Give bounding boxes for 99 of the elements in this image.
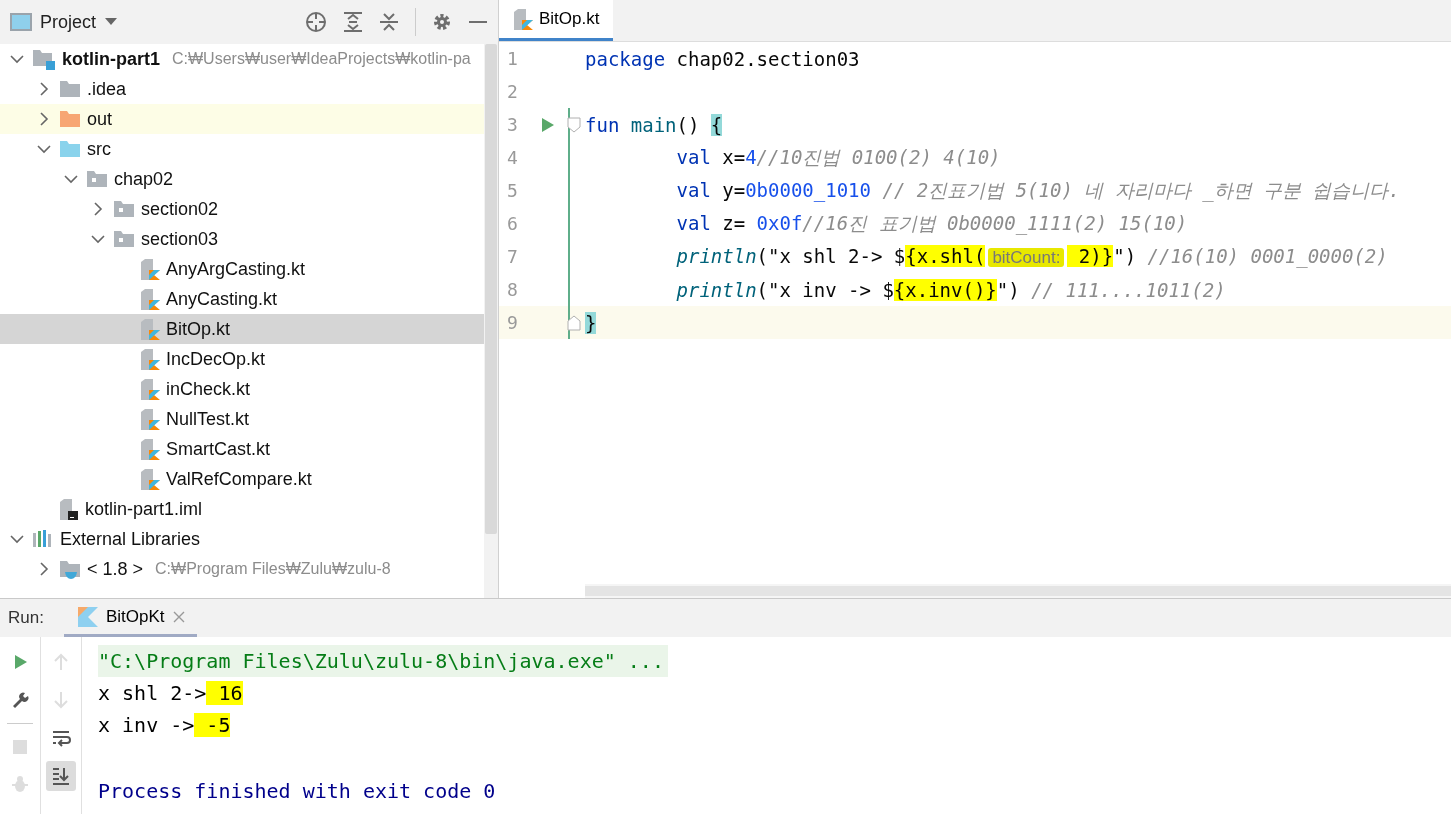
close-icon[interactable] <box>172 610 185 623</box>
tree-item[interactable]: out <box>0 104 484 134</box>
file-icon <box>59 498 79 520</box>
arrow-down-icon <box>51 690 71 710</box>
folder-icon <box>59 109 81 129</box>
kotlin-file-icon <box>140 258 160 280</box>
item-label: inCheck.kt <box>166 378 251 400</box>
code-line: fun main() { <box>585 113 723 136</box>
item-label: src <box>87 138 111 160</box>
kotlin-file-icon <box>140 288 160 310</box>
tree-item[interactable]: inCheck.kt <box>0 374 484 404</box>
line-number: 2 <box>506 81 519 102</box>
item-path: C:₩Program Files₩Zulu₩zulu-8 <box>155 560 391 578</box>
folder-icon <box>59 79 81 99</box>
item-label: AnyCasting.kt <box>166 288 278 310</box>
console-line: x shl 2-> 16 <box>98 680 243 707</box>
scroll-to-end-button[interactable] <box>46 761 76 791</box>
code-line: println("x shl 2-> ${x.shl( bitCount: 2)}") //16(10) 0001_0000(2) <box>675 245 1388 268</box>
item-label: chap02 <box>114 168 174 190</box>
code-line: println("x inv -> ${x.inv()}") // 111....1011(2) <box>675 278 1226 301</box>
item-label: SmartCast.kt <box>166 438 271 460</box>
tree-item[interactable]: SmartCast.kt <box>0 434 484 464</box>
line-number: 9 <box>506 312 519 333</box>
folder-icon <box>59 139 81 159</box>
item-label: IncDecOp.kt <box>166 348 266 370</box>
line-number: 7 <box>506 246 519 267</box>
tree-item[interactable]: ValRefCompare.kt <box>0 464 484 494</box>
run-label: Run: <box>8 608 44 628</box>
console-line: Process finished with exit code 0 <box>98 778 496 805</box>
tree-item[interactable]: < 1.8 > C:₩Program Files₩Zulu₩zulu-8 <box>0 554 484 584</box>
code-line: val z= 0x0f//16진 표기법 0b0000_1111(2) 15(10) <box>675 210 1188 237</box>
line-number: 1 <box>506 48 519 69</box>
run-tab[interactable]: BitOpKt <box>63 599 197 637</box>
scroll-to-end-icon <box>51 766 71 786</box>
bug-icon <box>10 775 30 795</box>
tree-item[interactable]: section03 <box>0 224 484 254</box>
item-label: kotlin-part1.iml <box>85 498 203 520</box>
item-label: External Libraries <box>60 528 201 550</box>
line-number: 8 <box>506 279 519 300</box>
line-number: 3 <box>506 114 519 135</box>
scrollbar[interactable] <box>585 586 1451 596</box>
tree-item[interactable]: External Libraries <box>0 524 484 554</box>
settings-icon[interactable] <box>432 12 452 32</box>
kotlin-file-icon <box>140 348 160 370</box>
kotlin-logo-icon <box>77 606 98 627</box>
line-number: 4 <box>506 147 519 168</box>
soft-wrap-icon <box>51 728 71 748</box>
window-icon <box>10 12 32 32</box>
tree-item[interactable]: BitOp.kt <box>0 314 484 344</box>
package-icon <box>113 229 135 249</box>
item-label: out <box>87 108 113 130</box>
fold-icon[interactable] <box>567 116 581 133</box>
locate-icon[interactable] <box>305 11 327 33</box>
item-label: < 1.8 > <box>87 558 144 580</box>
tree-item[interactable]: .idea <box>0 74 484 104</box>
kotlin-file-icon <box>140 468 160 490</box>
folder-icon <box>59 559 81 579</box>
module-icon <box>32 48 56 70</box>
fold-icon[interactable] <box>567 314 581 331</box>
editor-tab[interactable]: BitOp.kt <box>499 0 614 41</box>
item-label: NullTest.kt <box>166 408 250 430</box>
code-line: package chap02.section03 <box>585 47 860 70</box>
stop-icon <box>10 737 30 757</box>
run-icon[interactable] <box>541 116 555 133</box>
tree-item[interactable]: IncDecOp.kt <box>0 344 484 374</box>
kotlin-file-icon <box>140 408 160 430</box>
code-line: val x=4//10진법 0100(2) 4(10) <box>675 144 1001 170</box>
item-label: BitOp.kt <box>166 318 231 340</box>
tree-item[interactable]: kotlin-part1.iml <box>0 494 484 524</box>
tree-item[interactable]: section02 <box>0 194 484 224</box>
tree-item[interactable]: AnyCasting.kt <box>0 284 484 314</box>
tree-item[interactable]: src <box>0 134 484 164</box>
kotlin-file-icon <box>140 378 160 400</box>
package-icon <box>113 199 135 219</box>
collapse-all-icon[interactable] <box>379 11 399 33</box>
kotlin-file-icon <box>140 438 160 460</box>
code-line: val y=0b0000_1010 // 2진표기법 5(10) 네 자리마다 _하면 구분 쉽습니다. <box>675 177 1400 204</box>
tree-item[interactable]: kotlin-part1 C:₩Users₩user₩IdeaProjects₩kotlin-pa <box>0 44 484 74</box>
kotlin-file-icon <box>513 8 533 30</box>
console-line: x inv -> -5 <box>98 712 231 739</box>
tree-item[interactable]: chap02 <box>0 164 484 194</box>
expand-all-icon[interactable] <box>343 11 363 33</box>
line-number: 5 <box>506 180 519 201</box>
item-path: C:₩Users₩user₩IdeaProjects₩kotlin-pa <box>172 50 471 68</box>
libraries-icon <box>32 529 54 549</box>
tree-item[interactable]: NullTest.kt <box>0 404 484 434</box>
item-label: ValRefCompare.kt <box>166 468 312 490</box>
item-label: section03 <box>141 228 219 250</box>
panel-title[interactable]: Project <box>40 11 97 33</box>
package-icon <box>86 169 108 189</box>
tree-item[interactable]: AnyArgCasting.kt <box>0 254 484 284</box>
kotlin-file-icon <box>140 318 160 340</box>
scrollbar[interactable] <box>485 44 497 534</box>
item-label: AnyArgCasting.kt <box>166 258 306 280</box>
line-number: 6 <box>506 213 519 234</box>
item-label: kotlin-part1 <box>62 48 160 70</box>
item-label: section02 <box>141 198 219 220</box>
item-label: .idea <box>87 78 127 100</box>
dropdown-caret-icon[interactable] <box>104 17 119 27</box>
